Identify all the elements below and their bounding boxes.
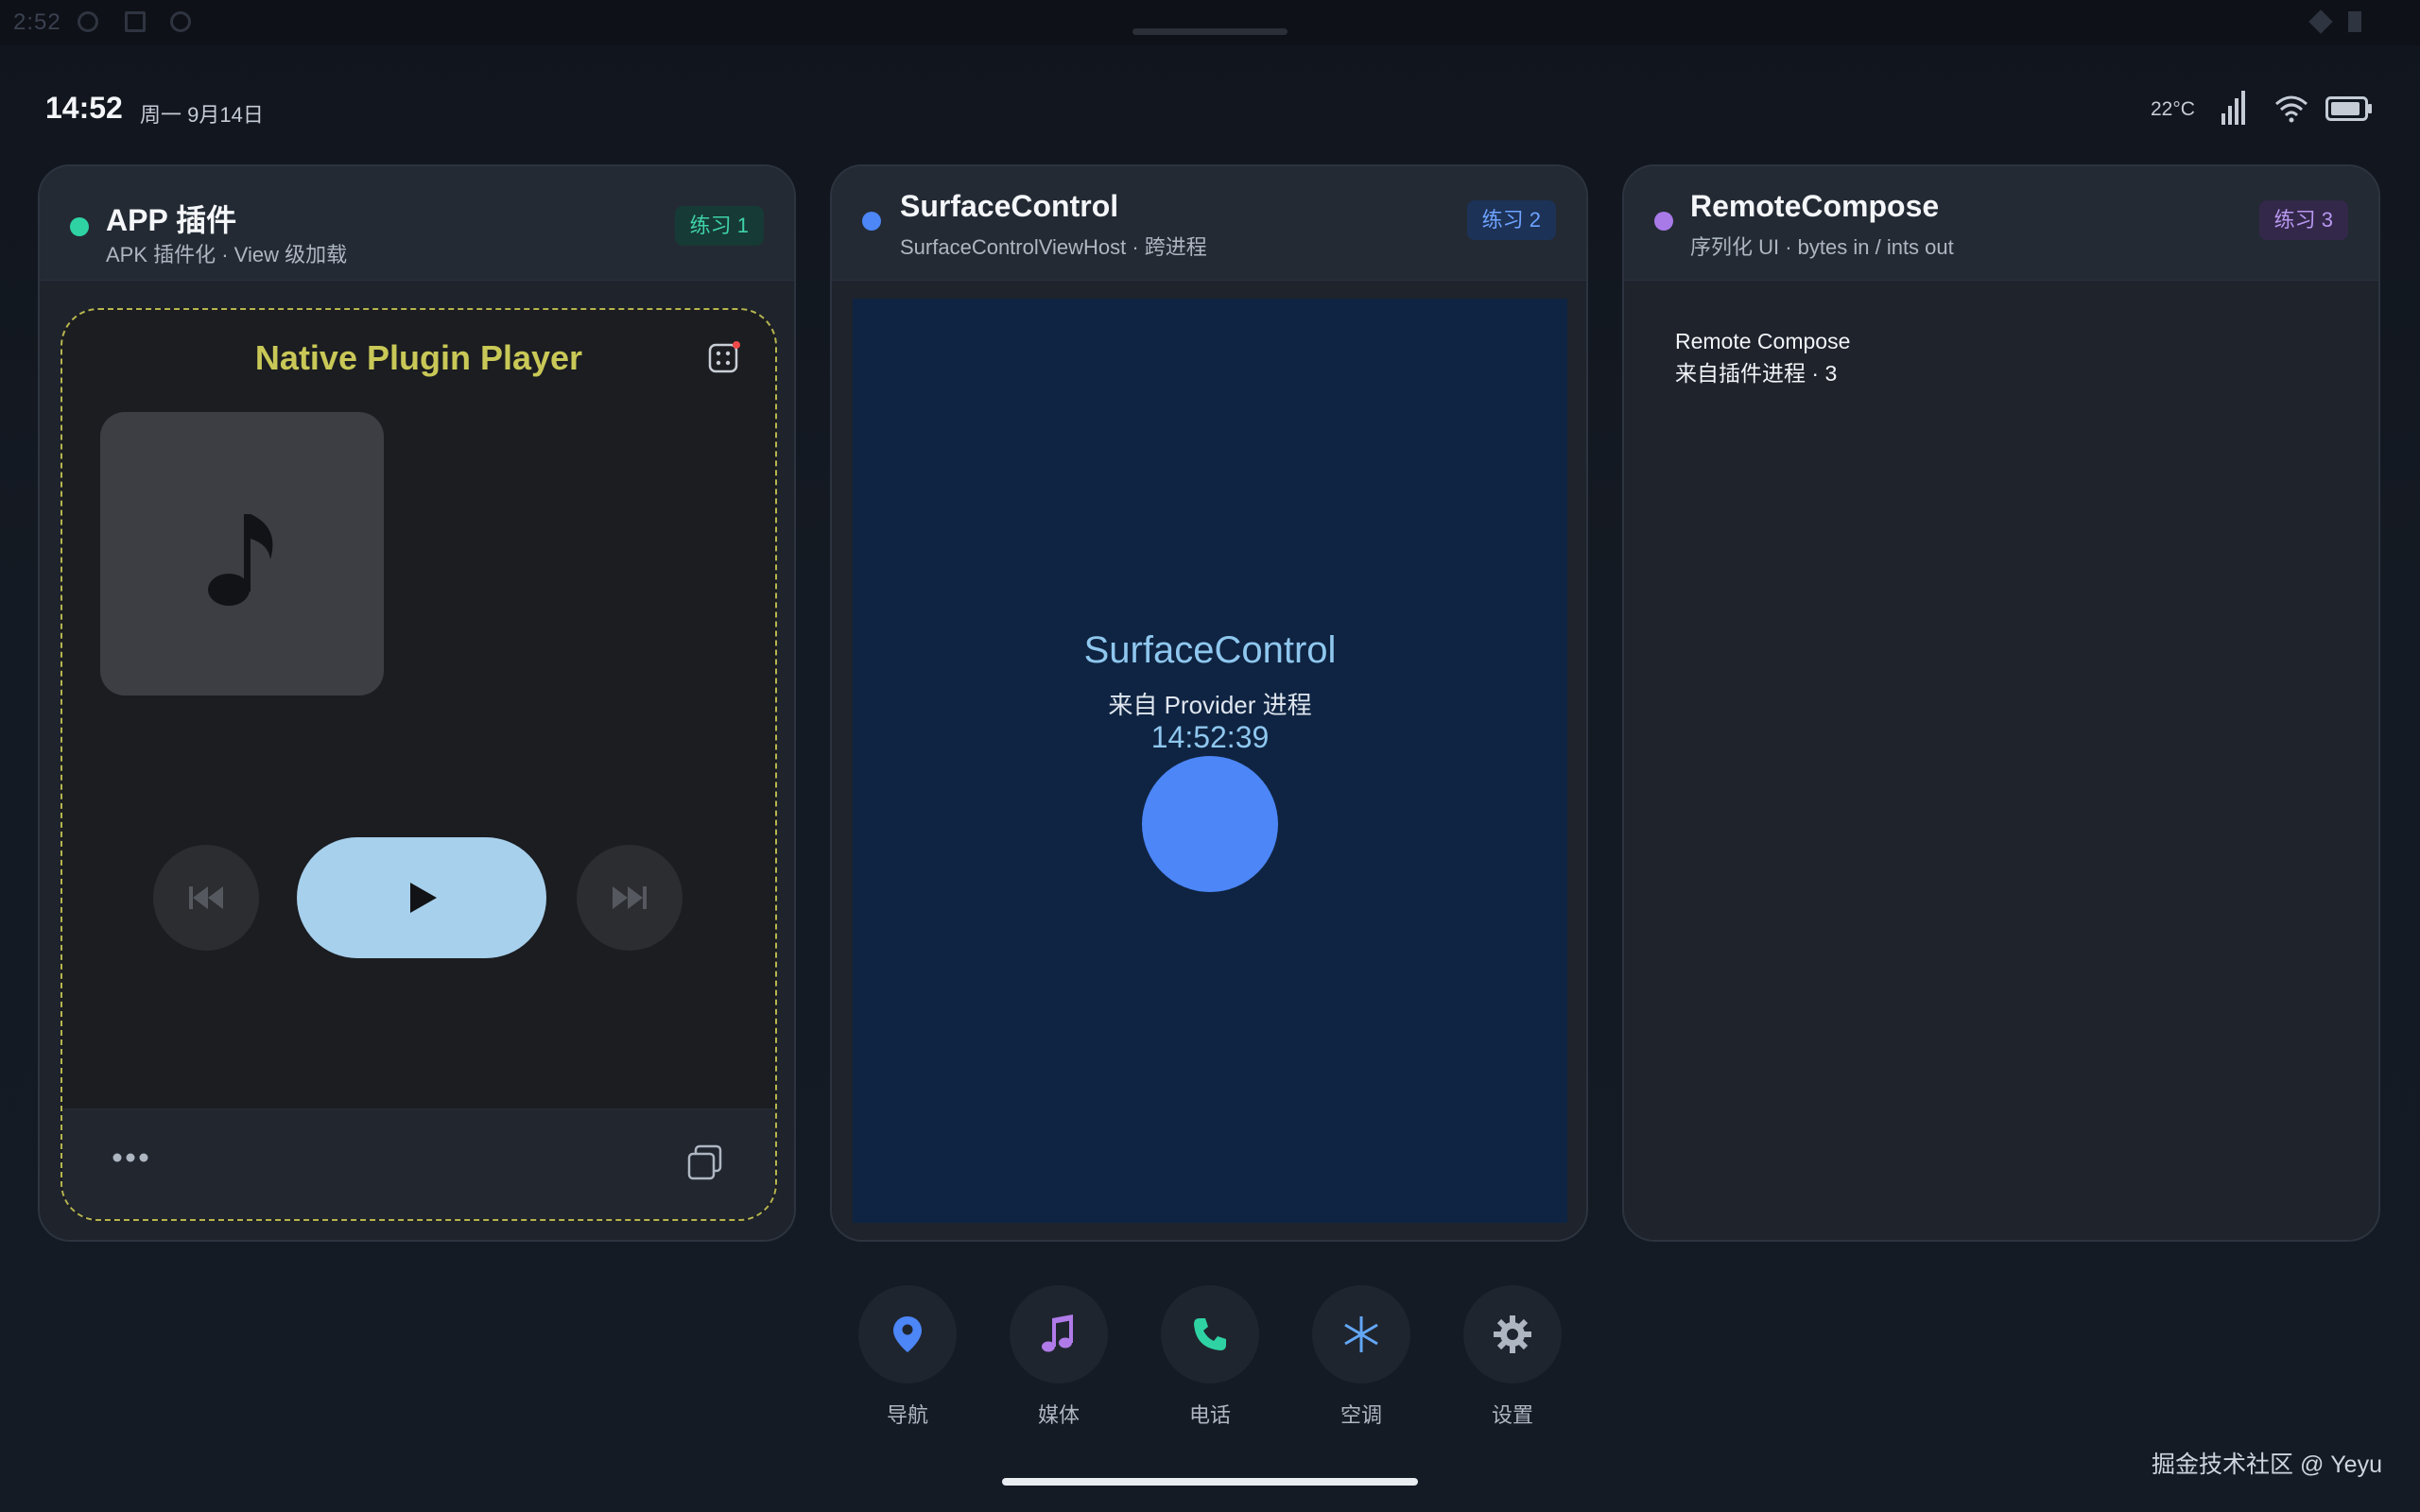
dock-item-media[interactable]: 媒体: [1007, 1285, 1111, 1429]
dice-grid-icon[interactable]: [707, 340, 741, 374]
date: 周一 9月14日: [140, 103, 264, 127]
dock-item-phone[interactable]: 电话: [1158, 1285, 1262, 1429]
home-indicator[interactable]: [1002, 1478, 1418, 1486]
surface-title: SurfaceControl: [1083, 629, 1337, 671]
dock-item-navigation[interactable]: 导航: [856, 1285, 959, 1429]
status-dot: [70, 217, 89, 236]
status-dot: [1654, 212, 1673, 231]
system-status-icon: [78, 11, 98, 32]
remote-compose-source: 来自插件进程 · 3: [1675, 361, 1838, 386]
system-battery-icon: [2348, 11, 2361, 32]
dock-label: 导航: [886, 1403, 928, 1427]
phone-icon: [1194, 1318, 1226, 1350]
more-icon[interactable]: [112, 1151, 149, 1164]
notification-handle[interactable]: [1132, 28, 1288, 35]
temperature: 22°C: [2151, 98, 2195, 120]
dock-label: 设置: [1491, 1403, 1533, 1427]
system-time: 2:52: [13, 9, 61, 35]
skip-previous-icon: [189, 886, 223, 909]
surface-view[interactable]: SurfaceControl 来自 Provider 进程 14:52:39: [853, 299, 1567, 1223]
plugin-footer: [62, 1108, 775, 1219]
practice-badge: 练习 1: [674, 206, 764, 246]
card-subtitle: SurfaceControlViewHost · 跨进程: [900, 235, 1207, 259]
dock-label: 电话: [1188, 1403, 1231, 1427]
card-title: SurfaceControl: [900, 189, 1119, 223]
card-surface-control: SurfaceControl SurfaceControlViewHost · …: [830, 164, 1588, 1242]
music-note-icon: [1042, 1314, 1073, 1352]
wifi-icon: [2275, 95, 2308, 123]
animated-circle: [1142, 756, 1278, 892]
play-button[interactable]: [297, 837, 546, 958]
remote-compose-text: Remote Compose: [1675, 329, 1851, 353]
dock-label: 媒体: [1037, 1403, 1080, 1427]
card-title: APP 插件: [106, 203, 237, 237]
clock: 14:52: [45, 91, 123, 125]
status-dot: [862, 212, 881, 231]
watermark: 掘金技术社区 @ Yeyu: [2152, 1452, 2382, 1478]
surface-time: 14:52:39: [1150, 720, 1270, 754]
card-header: RemoteCompose 序列化 UI · bytes in / ints o…: [1624, 166, 2378, 281]
practice-badge: 练习 2: [1466, 200, 1556, 240]
card-header: APP 插件 APK 插件化 · View 级加载 练习 1: [40, 166, 794, 281]
card-remote-compose: RemoteCompose 序列化 UI · bytes in / ints o…: [1622, 164, 2380, 1242]
play-icon: [410, 883, 437, 913]
system-status-icon: [125, 11, 146, 32]
album-art: [100, 412, 384, 696]
card-app-plugin: APP 插件 APK 插件化 · View 级加载 练习 1 Native Pl…: [38, 164, 796, 1242]
card-header: SurfaceControl SurfaceControlViewHost · …: [832, 166, 1586, 281]
practice-badge: 练习 3: [2258, 200, 2348, 240]
next-button[interactable]: [577, 845, 683, 951]
skip-next-icon: [613, 886, 647, 909]
location-pin-icon: [893, 1316, 922, 1352]
dock-label: 空调: [1340, 1403, 1382, 1427]
copy-window-icon[interactable]: [686, 1143, 724, 1181]
card-subtitle: APK 插件化 · View 级加载: [106, 243, 348, 266]
surface-subtitle: 来自 Provider 进程: [1108, 691, 1312, 719]
signal-icon: [2221, 91, 2245, 125]
plugin-container: Native Plugin Player: [60, 308, 777, 1221]
dock-item-climate[interactable]: 空调: [1309, 1285, 1413, 1429]
gear-icon: [1494, 1315, 1531, 1353]
system-status-bar: [0, 0, 2420, 45]
dock-item-settings[interactable]: 设置: [1461, 1285, 1564, 1429]
music-note-icon: [208, 514, 273, 606]
snowflake-icon: [1344, 1316, 1378, 1352]
card-subtitle: 序列化 UI · bytes in / ints out: [1690, 235, 1954, 259]
previous-button[interactable]: [153, 845, 259, 951]
battery-icon: [2325, 96, 2372, 121]
card-title: RemoteCompose: [1690, 189, 1940, 223]
system-status-icon: [170, 11, 191, 32]
player-title: Native Plugin Player: [254, 338, 583, 377]
